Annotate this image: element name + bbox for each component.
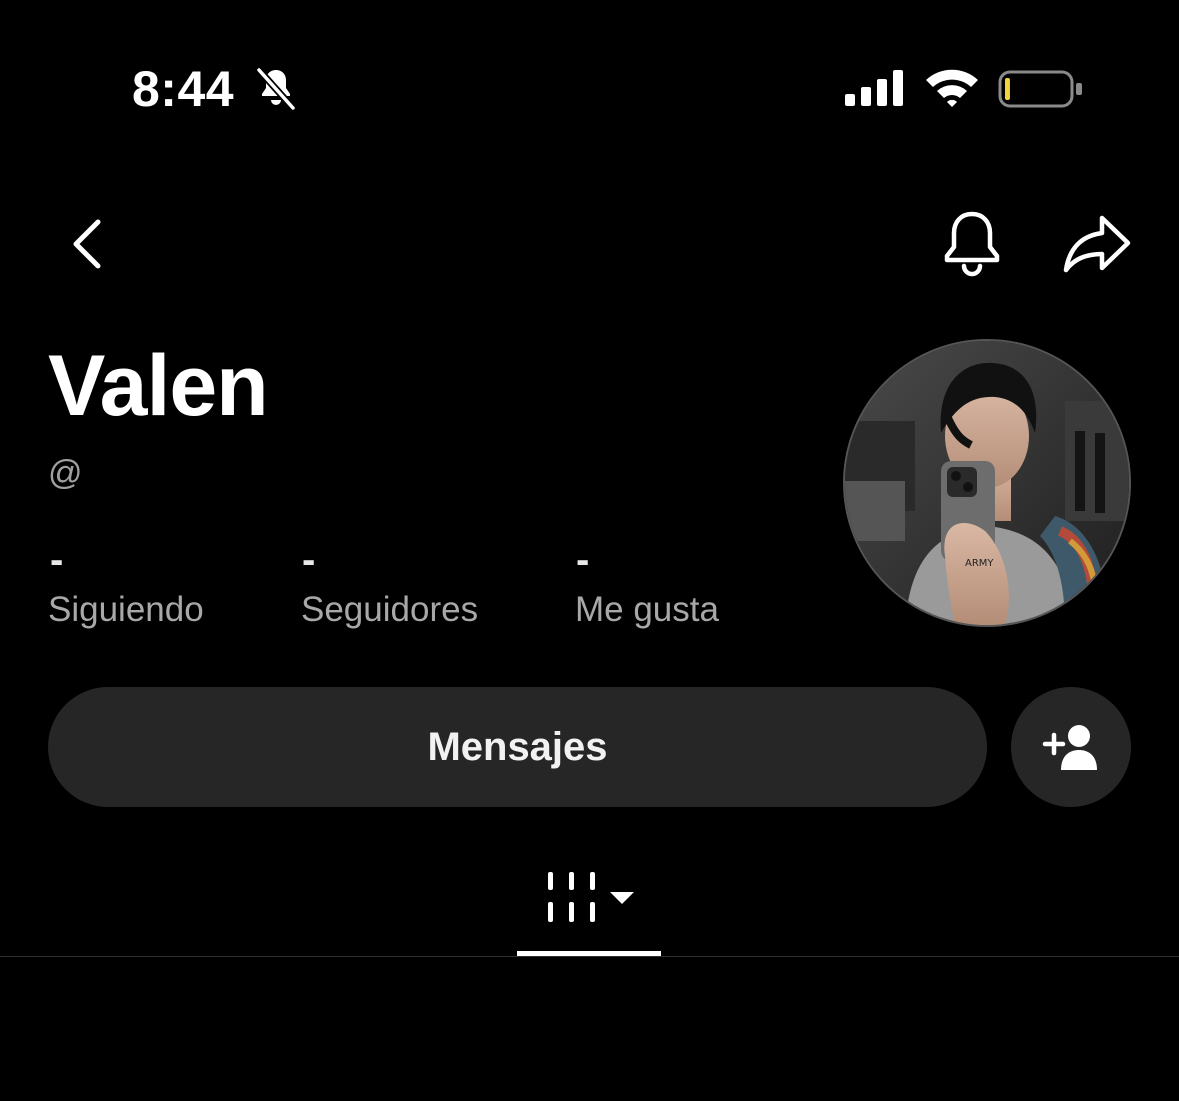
profile-name: Valen: [48, 338, 269, 434]
status-time: 8:44: [132, 61, 235, 117]
grid-columns-icon: [548, 872, 595, 922]
profile-handle: @: [48, 454, 83, 492]
followers-label[interactable]: Seguidores: [301, 588, 478, 632]
likes-label[interactable]: Me gusta: [575, 588, 719, 632]
bell-slash-icon: [256, 67, 296, 111]
bell-icon[interactable]: [940, 208, 1004, 278]
tab-divider: [0, 956, 1179, 957]
back-chevron-icon[interactable]: [66, 214, 112, 274]
following-label[interactable]: Siguiendo: [48, 588, 204, 632]
battery-low-icon: [998, 70, 1082, 108]
avatar[interactable]: ARMY: [843, 339, 1131, 627]
cellular-signal-icon: [845, 70, 903, 106]
caret-down-icon: [610, 892, 634, 904]
followers-count[interactable]: -: [302, 538, 315, 582]
add-friend-button[interactable]: [1011, 687, 1131, 807]
share-arrow-icon[interactable]: [1060, 212, 1134, 276]
svg-text:ARMY: ARMY: [965, 558, 994, 569]
videos-tab[interactable]: [540, 868, 640, 928]
profile-photo: ARMY: [845, 341, 1129, 625]
messages-button[interactable]: Mensajes: [48, 687, 987, 807]
messages-button-label: Mensajes: [427, 724, 608, 769]
likes-count[interactable]: -: [576, 538, 589, 582]
wifi-icon: [926, 69, 978, 107]
following-count[interactable]: -: [50, 538, 63, 582]
add-user-icon: [1042, 725, 1097, 770]
